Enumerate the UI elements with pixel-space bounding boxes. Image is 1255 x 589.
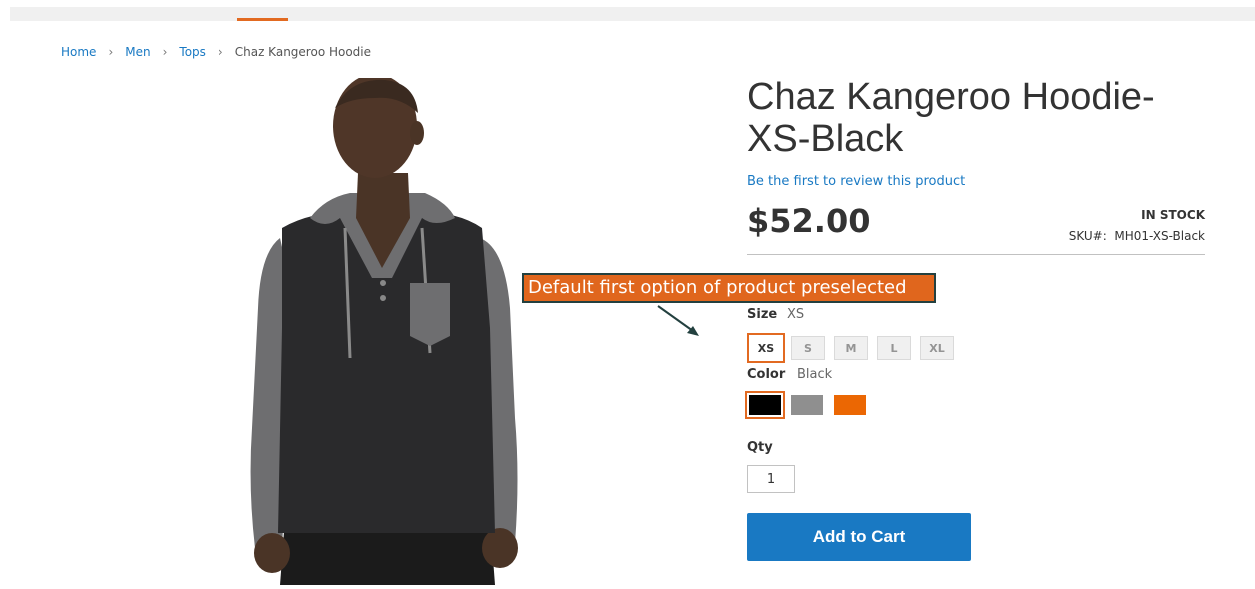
annotation-callout: Default first option of product preselec… — [522, 273, 936, 303]
qty-label: Qty — [747, 440, 773, 455]
sku-label: SKU#: — [1068, 229, 1107, 243]
size-swatch-s[interactable]: S — [791, 336, 825, 360]
size-swatches: XS S M L XL — [747, 333, 963, 363]
color-option: Color Black — [747, 367, 832, 382]
color-swatch-gray[interactable] — [791, 395, 823, 415]
breadcrumb-separator: › — [108, 45, 114, 59]
qty-input[interactable] — [747, 465, 795, 493]
color-swatches — [745, 391, 877, 419]
breadcrumb-separator: › — [162, 45, 168, 59]
size-selected-value: XS — [787, 307, 805, 322]
product-image-gallery[interactable] — [160, 74, 640, 585]
size-swatch-xl[interactable]: XL — [920, 336, 954, 360]
size-swatch-m[interactable]: M — [834, 336, 868, 360]
add-to-cart-button[interactable]: Add to Cart — [747, 513, 971, 561]
sku-value: MH01-XS-Black — [1114, 229, 1205, 243]
product-photo-icon — [250, 74, 518, 585]
size-option: Size XS — [747, 307, 804, 322]
annotation-arrow-icon — [657, 305, 699, 336]
breadcrumb: Home › Men › Tops › Chaz Kangeroo Hoodie — [61, 45, 371, 59]
active-nav-tab-indicator[interactable] — [237, 18, 288, 21]
sku-info: SKU#: MH01-XS-Black — [1069, 229, 1205, 243]
size-label: Size — [747, 307, 778, 322]
color-swatch-orange[interactable] — [834, 395, 866, 415]
size-swatch-l[interactable]: L — [877, 336, 911, 360]
product-title: Chaz Kangeroo Hoodie-XS-Black — [747, 76, 1155, 160]
review-link[interactable]: Be the first to review this product — [747, 174, 965, 189]
breadcrumb-men-link[interactable]: Men — [125, 45, 150, 59]
top-navigation-bar — [10, 7, 1255, 21]
breadcrumb-tops-link[interactable]: Tops — [179, 45, 206, 59]
breadcrumb-current: Chaz Kangeroo Hoodie — [234, 45, 372, 59]
color-selected-value: Black — [797, 367, 833, 382]
breadcrumb-separator: › — [217, 45, 223, 59]
color-swatch-black[interactable] — [745, 391, 785, 419]
breadcrumb-home-link[interactable]: Home — [61, 45, 96, 59]
product-price: $52.00 — [747, 202, 871, 240]
size-swatch-xs[interactable]: XS — [747, 333, 785, 363]
divider — [747, 254, 1205, 255]
stock-status: IN STOCK — [1141, 208, 1205, 222]
color-label: Color — [747, 367, 786, 382]
